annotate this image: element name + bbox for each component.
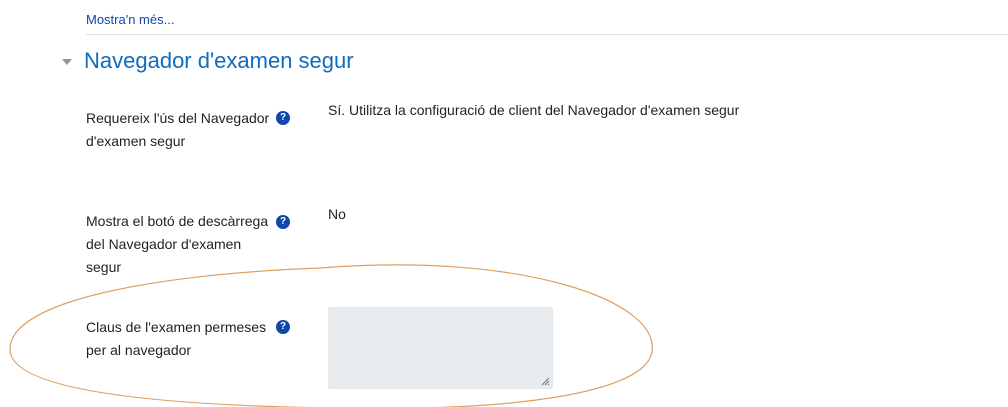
help-icon[interactable]: ? — [276, 320, 290, 334]
help-icon[interactable]: ? — [276, 111, 290, 125]
section-header-safe-exam-browser[interactable]: Navegador d'examen segur — [62, 48, 354, 74]
label-show-download-button: Mostra el botó de descàrrega del Navegad… — [86, 213, 269, 275]
show-more-link[interactable]: Mostra'n més... — [86, 12, 174, 27]
label-require-seb: Requereix l'ús del Navegador d'examen se… — [86, 110, 270, 149]
allowed-browser-keys-textarea[interactable] — [328, 307, 553, 389]
value-show-download-button: No — [328, 206, 346, 222]
resize-grip-icon[interactable] — [540, 376, 550, 386]
label-allowed-browser-keys: Claus de l'examen permeses per al navega… — [86, 319, 267, 358]
divider — [86, 34, 1008, 35]
value-require-seb: Sí. Utilitza la configuració de client d… — [328, 102, 740, 118]
help-icon[interactable]: ? — [276, 215, 290, 229]
collapse-caret-icon[interactable] — [62, 59, 72, 65]
section-title[interactable]: Navegador d'examen segur — [84, 48, 354, 74]
